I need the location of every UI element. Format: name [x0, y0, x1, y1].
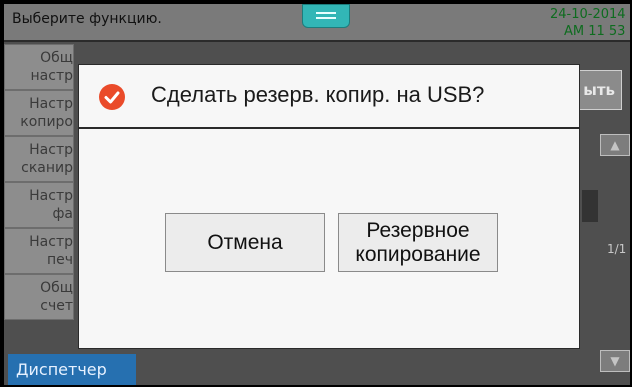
menu-handle-icon[interactable] — [302, 4, 350, 28]
left-menu: Общ настр Настр копиро Настр сканир Наст… — [4, 44, 74, 346]
dialog-header: Сделать резерв. копир. на USB? — [79, 65, 579, 129]
backup-button[interactable]: Резервное копирование — [338, 213, 498, 272]
menu-item-label: сканир — [21, 160, 73, 176]
device-screen: Выберите функцию. 24-10-2014 AM 11 53 Об… — [4, 4, 630, 385]
menu-item-label: Настр — [29, 188, 73, 204]
menu-item-label: настр — [30, 68, 73, 84]
clock-time: AM 11 53 — [564, 24, 626, 39]
menu-item-label: Настр — [29, 142, 73, 158]
menu-item-copy-settings[interactable]: Настр копиро — [4, 90, 74, 136]
backup-button-label-line2: копирование — [355, 243, 481, 266]
menu-item-scan-settings[interactable]: Настр сканир — [4, 136, 74, 182]
exit-button[interactable]: ыть — [576, 70, 622, 110]
menu-item-general-settings[interactable]: Общ настр — [4, 44, 74, 90]
dispatcher-button[interactable]: Диспетчер — [8, 354, 136, 385]
backup-confirm-dialog: Сделать резерв. копир. на USB? Отмена Ре… — [78, 64, 580, 349]
menu-item-fax-settings[interactable]: Настр фа — [4, 182, 74, 228]
scroll-down-icon[interactable]: ▼ — [600, 350, 630, 372]
menu-item-label: Настр — [29, 96, 73, 112]
menu-item-label: печ — [46, 252, 73, 268]
menu-item-label: Общ — [40, 280, 73, 296]
menu-item-print-settings[interactable]: Настр печ — [4, 228, 74, 274]
menu-item-label: счет — [40, 298, 73, 314]
cancel-button[interactable]: Отмена — [165, 213, 325, 272]
menu-item-label: Настр — [29, 234, 73, 250]
check-circle-icon — [99, 84, 125, 110]
menu-item-label: фа — [52, 206, 73, 222]
menu-item-counter-settings[interactable]: Общ счет — [4, 274, 74, 320]
menu-item-label: копиро — [20, 114, 73, 130]
header-bar: Выберите функцию. 24-10-2014 AM 11 53 — [4, 4, 630, 42]
dialog-title: Сделать резерв. копир. на USB? — [151, 82, 485, 107]
page-indicator: 1/1 — [607, 242, 627, 256]
menu-item-label: Общ — [40, 50, 73, 66]
clock-date: 24-10-2014 — [550, 7, 626, 22]
function-prompt: Выберите функцию. — [12, 11, 162, 27]
scroll-up-icon[interactable]: ▲ — [600, 134, 630, 156]
scroll-track — [582, 190, 598, 222]
backup-button-label-line1: Резервное — [366, 219, 470, 242]
